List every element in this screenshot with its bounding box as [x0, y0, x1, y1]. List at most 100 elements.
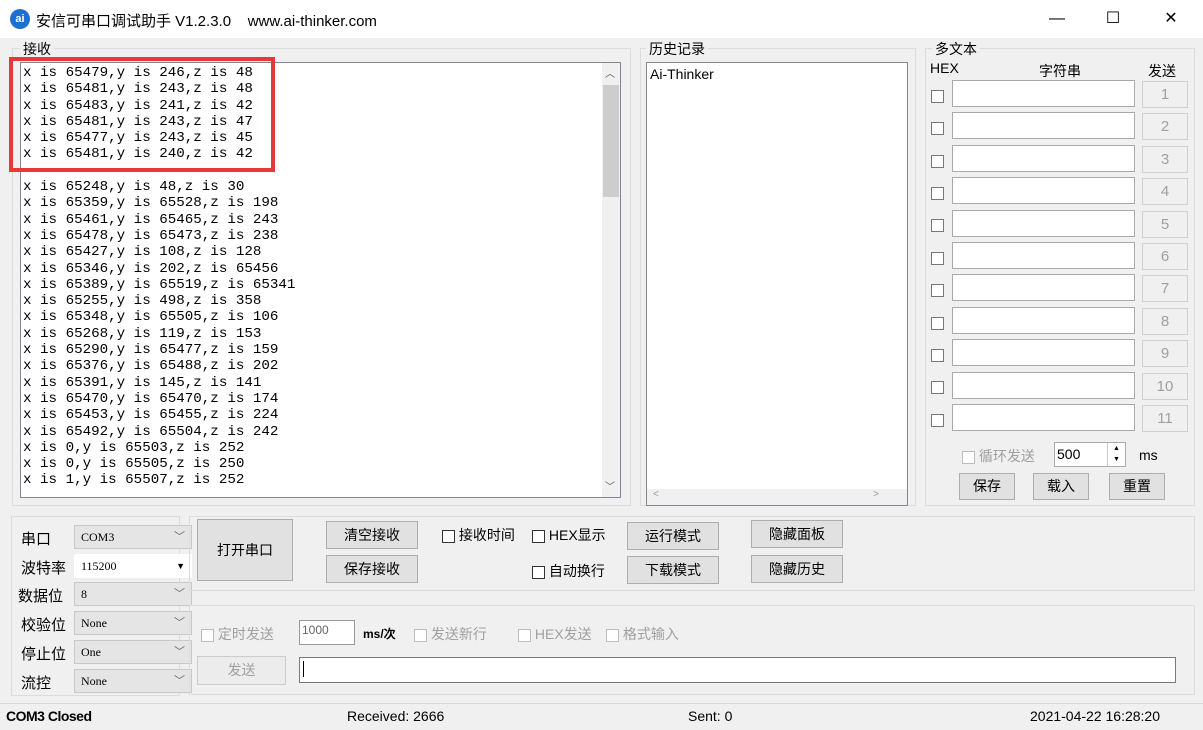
- multi-string-input[interactable]: [952, 144, 1135, 172]
- receive-line: x is 65478,y is 65473,z is 238: [23, 227, 279, 244]
- baud-select[interactable]: 115200 ▼: [74, 553, 192, 578]
- multi-hex-checkbox[interactable]: [931, 119, 944, 136]
- send-button[interactable]: 发送: [197, 656, 286, 685]
- load-multi-button[interactable]: 载入: [1033, 473, 1089, 500]
- receive-line: x is 65359,y is 65528,z is 198: [23, 195, 279, 212]
- receive-line: x is 0,y is 65505,z is 250: [23, 456, 245, 473]
- scroll-up-icon[interactable]: ︿: [605, 65, 615, 80]
- history-label: 历史记录: [646, 39, 708, 59]
- multi-hex-checkbox[interactable]: [931, 152, 944, 168]
- parity-select-label: 校验位: [21, 617, 67, 635]
- minimize-button[interactable]: —: [1028, 0, 1086, 38]
- multi-send-button[interactable]: 9: [1142, 340, 1188, 368]
- save-receive-button[interactable]: 保存接收: [326, 555, 418, 583]
- open-port-button[interactable]: 打开串口: [197, 519, 293, 581]
- multi-send-button[interactable]: 6: [1142, 243, 1188, 270]
- data-bits-select-value: 8: [81, 587, 87, 602]
- stop-bits-select-value: One: [81, 644, 101, 659]
- multi-string-input[interactable]: [952, 209, 1135, 237]
- sent-count: Sent: 0: [688, 708, 733, 724]
- hide-panel-button[interactable]: 隐藏面板: [751, 520, 843, 548]
- multi-send-button[interactable]: 1: [1142, 81, 1188, 108]
- format-input-checkbox[interactable]: 格式输入: [606, 624, 679, 644]
- multi-hex-checkbox[interactable]: [931, 379, 944, 395]
- scroll-thumb[interactable]: [603, 85, 619, 197]
- hex-send-checkbox[interactable]: HEX发送: [518, 624, 592, 644]
- send-newline-label: 发送新行: [430, 626, 487, 642]
- baud-select-label: 波特率: [21, 559, 67, 577]
- multi-text-label: 多文本: [932, 39, 980, 59]
- multi-string-input[interactable]: [952, 404, 1135, 431]
- period-unit: ms/次: [363, 627, 396, 641]
- parity-select-value: None: [81, 616, 107, 631]
- multi-hex-checkbox[interactable]: [931, 281, 944, 298]
- flow-control-select-value: None: [81, 673, 107, 688]
- hex-display-checkbox[interactable]: HEX显示: [532, 525, 606, 545]
- port-select-label: 串口: [21, 531, 52, 548]
- receive-scrollbar[interactable]: ︿ ﹀: [602, 63, 620, 497]
- receive-line: x is 65255,y is 498,z is 358: [23, 293, 262, 310]
- multi-string-input[interactable]: [952, 80, 1135, 107]
- receive-line: x is 65389,y is 65519,z is 65341: [23, 276, 296, 293]
- chevron-down-icon: ﹀: [174, 674, 185, 687]
- multi-hex-checkbox[interactable]: [931, 346, 944, 362]
- highlight-box: [9, 57, 275, 172]
- receive-time-checkbox[interactable]: 接收时间: [442, 525, 515, 545]
- chevron-down-icon: ﹀: [174, 617, 185, 630]
- history-hscrollbar[interactable]: < >: [647, 489, 907, 505]
- history-item[interactable]: Ai-Thinker: [647, 63, 907, 85]
- auto-wrap-checkbox[interactable]: 自动换行: [532, 561, 605, 581]
- multi-send-button[interactable]: 5: [1142, 210, 1188, 238]
- send-input[interactable]: [299, 657, 1176, 683]
- receive-line: x is 65348,y is 65505,z is 106: [23, 309, 279, 326]
- port-select[interactable]: COM3 ﹀: [74, 525, 192, 549]
- stop-bits-select[interactable]: One ﹀: [74, 639, 192, 664]
- loop-interval-input[interactable]: 500 ▲ ▼: [1054, 442, 1126, 467]
- multi-send-button[interactable]: 8: [1142, 307, 1188, 335]
- save-multi-button[interactable]: 保存: [959, 473, 1015, 500]
- status-divider: [0, 703, 1203, 704]
- multi-hex-checkbox[interactable]: [931, 249, 944, 265]
- close-button[interactable]: ✕: [1142, 0, 1200, 38]
- multi-hex-checkbox[interactable]: [931, 411, 944, 427]
- parity-select[interactable]: None ﹀: [74, 611, 192, 636]
- data-bits-select[interactable]: 8 ﹀: [74, 582, 192, 607]
- multi-hex-checkbox[interactable]: [931, 314, 944, 330]
- flow-control-select-label: 流控: [21, 674, 52, 692]
- timed-send-checkbox[interactable]: 定时发送: [201, 624, 274, 644]
- interval-spinner[interactable]: ▲ ▼: [1107, 443, 1125, 466]
- multi-send-button[interactable]: 10: [1142, 372, 1188, 400]
- multi-string-input[interactable]: [952, 177, 1135, 205]
- scroll-down-icon[interactable]: ﹀: [605, 478, 615, 493]
- download-mode-button[interactable]: 下载模式: [627, 556, 719, 584]
- multi-send-button[interactable]: 3: [1142, 145, 1188, 173]
- reset-multi-button[interactable]: 重置: [1109, 473, 1165, 500]
- multi-string-input[interactable]: [952, 274, 1135, 302]
- multi-string-input[interactable]: [952, 242, 1135, 269]
- clear-receive-button[interactable]: 清空接收: [326, 521, 418, 549]
- hide-history-button[interactable]: 隐藏历史: [751, 555, 843, 583]
- run-mode-button[interactable]: 运行模式: [627, 522, 719, 550]
- multi-send-button[interactable]: 7: [1142, 275, 1188, 303]
- stop-bits-select-label: 停止位: [21, 645, 67, 663]
- loop-send-checkbox[interactable]: 循环发送: [962, 446, 1035, 466]
- chevron-down-icon: ﹀: [174, 588, 185, 601]
- multi-send-button[interactable]: 2: [1142, 113, 1188, 141]
- multi-send-button[interactable]: 4: [1142, 178, 1188, 206]
- timed-send-label: 定时发送: [217, 626, 274, 642]
- multi-hex-checkbox[interactable]: [931, 87, 944, 103]
- period-input[interactable]: 1000: [299, 620, 355, 645]
- multi-send-button[interactable]: 11: [1142, 405, 1188, 432]
- history-list[interactable]: Ai-Thinker < >: [646, 62, 908, 506]
- multi-string-input[interactable]: [952, 371, 1135, 399]
- multi-hex-checkbox[interactable]: [931, 217, 944, 233]
- hex-column-header: HEX: [930, 60, 959, 76]
- multi-string-input[interactable]: [952, 112, 1135, 140]
- flow-control-select[interactable]: None ﹀: [74, 668, 192, 693]
- ms-label: ms: [1139, 447, 1158, 463]
- send-newline-checkbox[interactable]: 发送新行: [414, 624, 487, 644]
- multi-string-input[interactable]: [952, 306, 1135, 334]
- maximize-button[interactable]: ☐: [1084, 0, 1142, 38]
- multi-hex-checkbox[interactable]: [931, 184, 944, 200]
- multi-string-input[interactable]: [952, 339, 1135, 367]
